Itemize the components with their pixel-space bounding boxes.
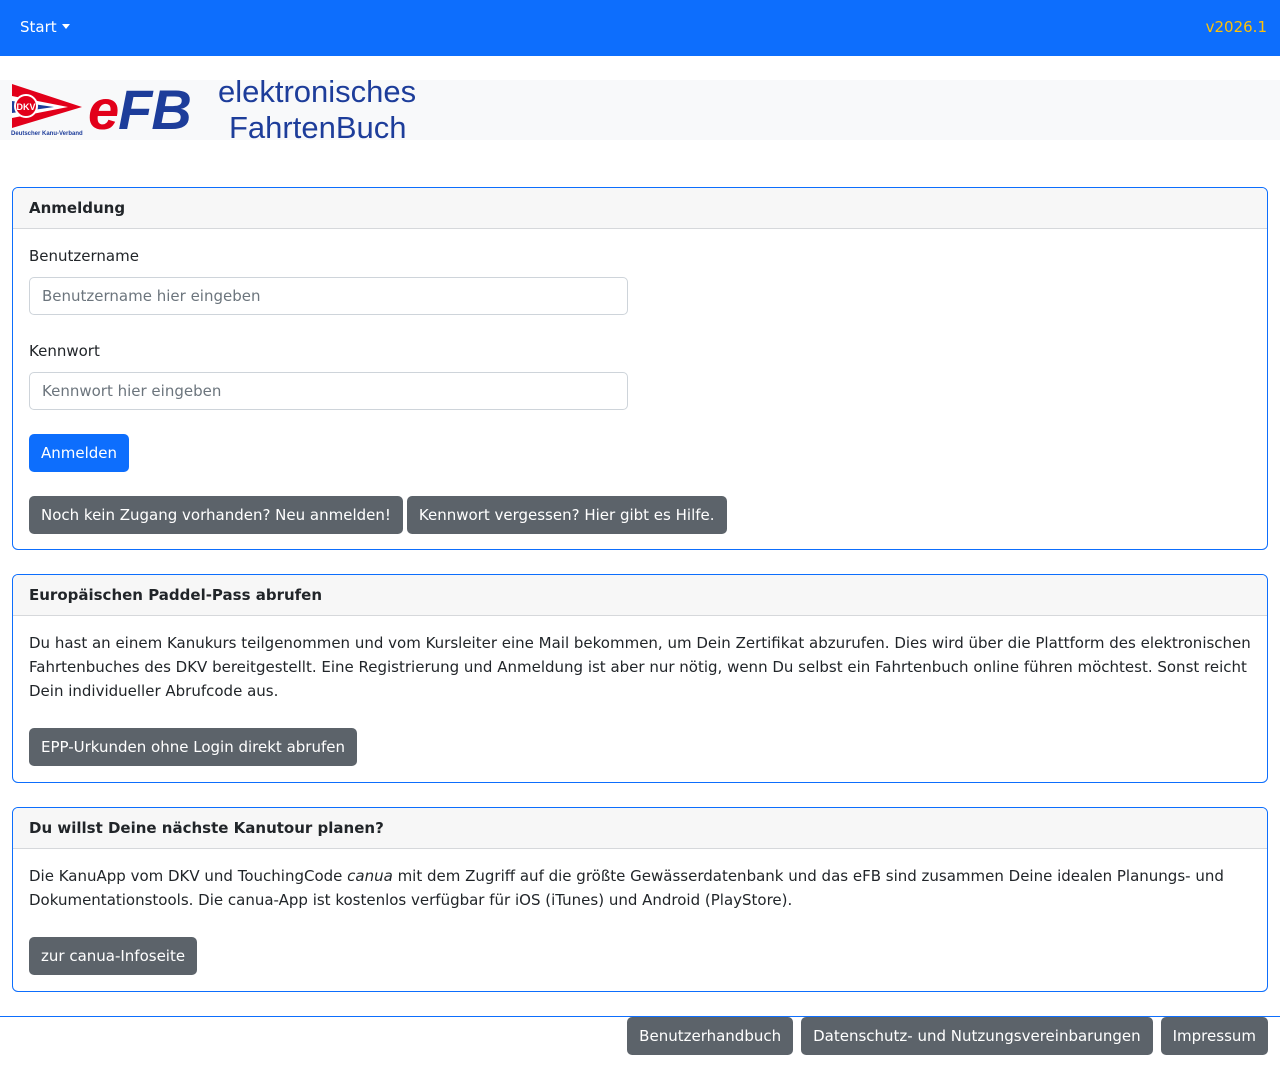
login-card-body: Benutzername Kennwort Anmelden Noch kein… [13,229,1267,549]
dkv-pennant-logo: DKV Deutscher Kanu-Verband [11,84,83,137]
password-input[interactable] [29,372,628,410]
logo-org-caption: Deutscher Kanu-Verband [11,131,83,137]
epp-description: Du hast an einem Kanukurs teilgenommen u… [29,634,1251,700]
epp-card-body: Du hast an einem Kanukurs teilgenommen u… [13,616,1267,782]
canua-card: Du willst Deine nächste Kanutour planen?… [12,807,1268,992]
footer-links: Benutzerhandbuch Datenschutz- und Nutzun… [627,1017,1268,1055]
epp-card: Europäischen Paddel-Pass abrufen Du hast… [12,574,1268,783]
login-button[interactable]: Anmelden [29,434,130,472]
start-menu-label: Start [20,18,57,36]
username-input[interactable] [29,277,628,315]
logo-flag-text: DKV [16,102,35,112]
canua-card-title: Du willst Deine nächste Kanutour planen? [13,808,1267,849]
register-button[interactable]: Noch kein Zugang vorhanden? Neu anmelden… [29,496,403,534]
canua-app-name: canua [347,867,393,885]
login-card-title: Anmeldung [13,188,1267,229]
canua-info-button[interactable]: zur canua-Infoseite [29,937,198,975]
epp-card-title: Europäischen Paddel-Pass abrufen [13,575,1267,616]
imprint-button[interactable]: Impressum [1160,1017,1268,1055]
canua-card-body: Die KanuApp vom DKV und TouchingCode can… [13,849,1267,991]
logo-subtitle-line2: FahrtenBuch [229,110,407,145]
version-label: v2026.1 [1205,18,1267,36]
username-label: Benutzername [29,247,139,265]
canua-description: Die KanuApp vom DKV und TouchingCode can… [29,867,1224,909]
login-card: Anmeldung Benutzername Kennwort Anmelden… [12,187,1268,550]
forgot-password-button[interactable]: Kennwort vergessen? Hier gibt es Hilfe. [406,496,727,534]
logo-subtitle-line1: elektronisches [218,74,417,109]
epp-retrieve-button[interactable]: EPP-Urkunden ohne Login direkt abrufen [29,728,357,766]
privacy-terms-button[interactable]: Datenschutz- und Nutzungsvereinbarungen [801,1017,1153,1055]
caret-down-icon [61,24,70,29]
efb-wordmark: eFB [88,78,192,141]
user-manual-button[interactable]: Benutzerhandbuch [627,1017,794,1055]
top-navbar: Start v2026.1 [0,0,1280,56]
logo-banner [0,80,1280,140]
start-menu-toggle[interactable]: Start [20,17,70,37]
password-label: Kennwort [29,342,100,360]
